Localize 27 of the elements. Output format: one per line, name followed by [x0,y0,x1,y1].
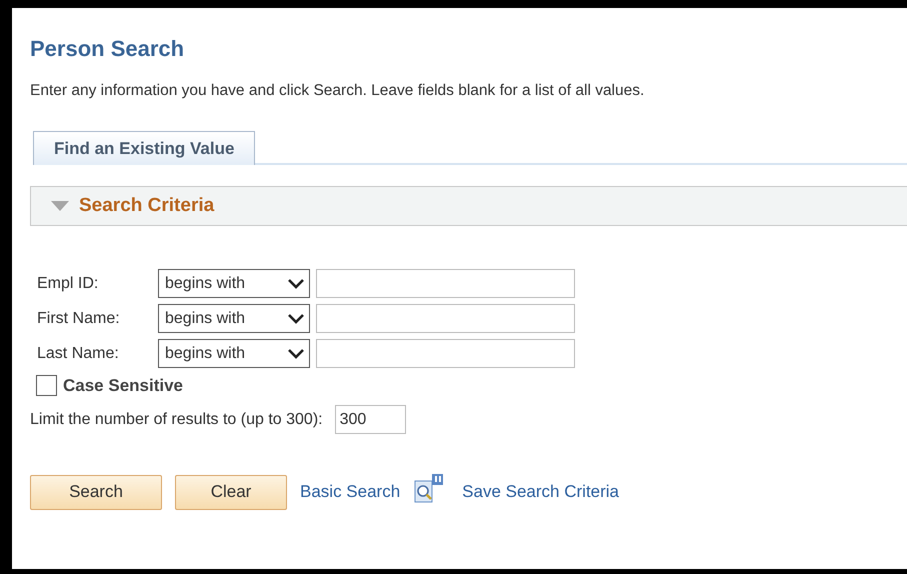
chevron-down-icon [287,312,305,324]
operator-dropdown[interactable]: begins with [158,304,310,333]
input-field[interactable] [316,304,575,333]
operator-dropdown[interactable]: begins with [158,339,310,368]
chevron-down-icon [287,278,305,290]
section-title: Search Criteria [79,195,214,217]
search-button[interactable]: Search [30,474,162,510]
link[interactable]: Basic Search [300,482,400,502]
collapse-triangle-icon[interactable] [51,201,69,211]
checkbox-label: Case Sensitive [63,376,184,396]
chevron-down-icon [287,348,305,360]
limit-input[interactable]: 300 [334,405,406,434]
field-label: Last Name: [37,344,120,362]
operator-dropdown[interactable]: begins with [158,269,310,298]
input-field[interactable] [316,269,575,298]
field-label: First Name: [37,310,121,328]
limit-label: Limit the number of results to (up to 300): [30,410,323,428]
section-header[interactable]: Search Criteria [30,186,907,226]
clear-button[interactable]: Clear [175,474,287,510]
field-label: Empl ID: [37,274,100,292]
tab[interactable]: Find an Existing Value [33,131,256,165]
page-title: Person Search [30,36,186,62]
magnifier-document-icon[interactable] [414,473,444,503]
input-field[interactable] [316,339,575,368]
instructions-text: Enter any information you have and click Search. Leave fields blank for a list of all values. [30,81,646,101]
link[interactable]: Save Search Criteria [462,482,620,502]
checkbox[interactable] [36,375,57,396]
